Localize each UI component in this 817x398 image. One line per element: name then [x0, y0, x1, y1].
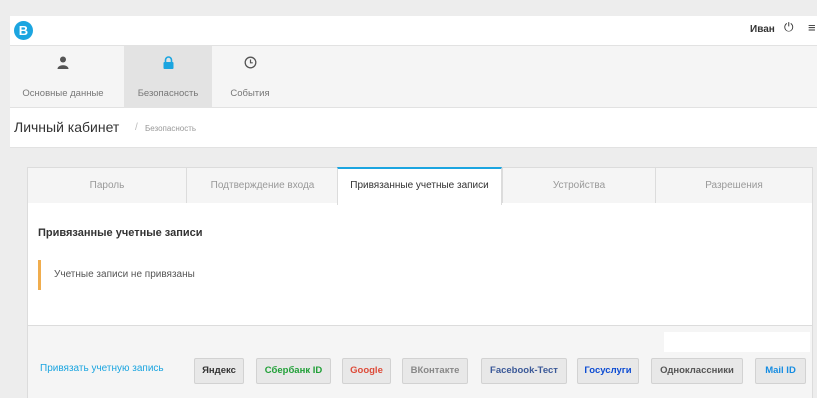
breadcrumb: Безопасность [145, 124, 197, 133]
menu-icon[interactable]: ≡ [808, 20, 816, 35]
yandex-button[interactable]: Яндекс [194, 358, 244, 384]
nav-label: Безопасность [137, 88, 199, 99]
odnoklassniki-button[interactable]: Одноклассники [651, 358, 743, 384]
top-header: B Иван ⏻ ≡ [10, 16, 817, 46]
page-title: Личный кабинет [14, 119, 120, 135]
logo[interactable]: B [14, 21, 33, 40]
mail-id-button[interactable]: Mail ID [755, 358, 806, 384]
linked-accounts-panel: Привязанные учетные записи Учетные запис… [27, 203, 813, 326]
link-account-bar: Привязать учетную запись Яндекс Сбербанк… [27, 326, 813, 398]
tab-linked-accounts[interactable]: Привязанные учетные записи [337, 167, 502, 205]
gosuslugi-button[interactable]: Госуслуги [577, 358, 639, 384]
section-nav: Основные данные Безопасность События [10, 46, 817, 108]
tab-password[interactable]: Пароль [28, 167, 186, 204]
nav-label: События [230, 88, 270, 99]
panel-title: Привязанные учетные записи [38, 227, 203, 239]
blank-field [664, 332, 810, 352]
sberbank-id-button[interactable]: Сбербанк ID [256, 358, 331, 384]
empty-message: Учетные записи не привязаны [54, 269, 195, 280]
nav-item-events[interactable]: События [220, 46, 280, 108]
facebook-test-button[interactable]: Facebook-Тест [481, 358, 567, 384]
user-icon [10, 56, 116, 72]
breadcrumb-separator: / [135, 122, 138, 133]
page-header: Личный кабинет / Безопасность [10, 108, 817, 148]
empty-alert: Учетные записи не привязаны [38, 260, 438, 290]
power-icon[interactable]: ⏻ [784, 20, 794, 35]
tab-permissions[interactable]: Разрешения [655, 167, 812, 204]
vkontakte-button[interactable]: ВКонтакте [402, 358, 468, 384]
security-tabs: Пароль Подтверждение входа Привязанные у… [27, 167, 813, 205]
nav-label: Основные данные [22, 88, 104, 99]
user-name[interactable]: Иван [750, 24, 775, 35]
tab-login-confirmation[interactable]: Подтверждение входа [186, 167, 338, 204]
nav-item-security[interactable]: Безопасность [124, 46, 212, 108]
clock-icon [220, 56, 280, 72]
google-button[interactable]: Google [342, 358, 391, 384]
lock-icon [124, 56, 212, 72]
nav-item-main-data[interactable]: Основные данные [10, 46, 116, 108]
tab-devices[interactable]: Устройства [502, 167, 655, 204]
link-account-link[interactable]: Привязать учетную запись [40, 363, 164, 374]
